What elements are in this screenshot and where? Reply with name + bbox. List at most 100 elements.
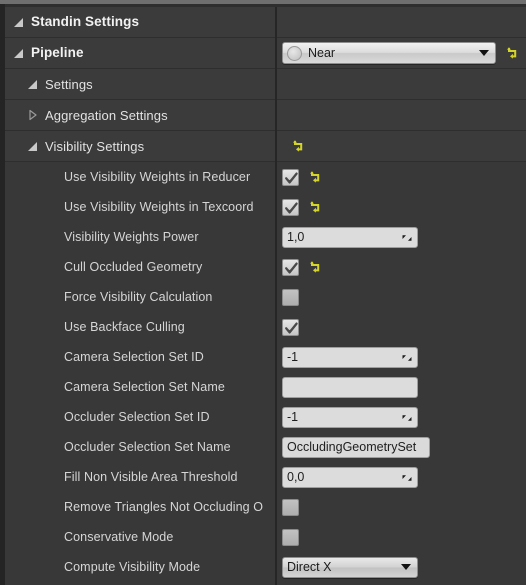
prop-use-visibility-weights-in-reducer: Use Visibility Weights in Reducer bbox=[5, 162, 526, 192]
prop-fill-non-visible-area-threshold: Fill Non Visible Area Threshold 0,0 bbox=[5, 462, 526, 492]
reset-arrow-icon[interactable] bbox=[308, 260, 322, 274]
checkbox-checked[interactable] bbox=[282, 198, 299, 216]
row-label: Use Backface Culling bbox=[64, 319, 185, 334]
checkbox-checked[interactable] bbox=[282, 168, 299, 186]
category-standin-settings[interactable]: Standin Settings bbox=[5, 7, 526, 38]
number-input-value: 0,0 bbox=[287, 470, 305, 484]
prop-compute-visibility-mode: Compute Visibility Mode Direct X bbox=[5, 552, 526, 582]
row-name-cell: Occluder Selection Set ID bbox=[5, 402, 275, 432]
prop-occluder-selection-set-name: Occluder Selection Set Name OccludingGeom… bbox=[5, 432, 526, 462]
drag-spinner-icon[interactable] bbox=[401, 411, 413, 423]
dropdown-select[interactable]: Near bbox=[282, 42, 496, 64]
row-label: Remove Triangles Not Occluding O bbox=[64, 499, 264, 514]
expander-expanded-icon[interactable] bbox=[13, 47, 25, 59]
prop-cull-occluded-geometry: Cull Occluded Geometry bbox=[5, 252, 526, 282]
row-value-cell bbox=[275, 131, 526, 161]
checkbox-unchecked[interactable] bbox=[282, 528, 299, 546]
row-value-cell: -1 bbox=[275, 402, 526, 432]
category-visibility-settings[interactable]: Visibility Settings bbox=[5, 131, 526, 162]
expander-collapsed-icon[interactable] bbox=[27, 109, 39, 121]
row-name-cell: Cull Occluded Geometry bbox=[5, 252, 275, 282]
category-pipeline[interactable]: Pipeline Near bbox=[5, 38, 526, 69]
row-value-cell bbox=[275, 312, 526, 342]
row-label: Fill Non Visible Area Threshold bbox=[64, 469, 238, 484]
row-name-cell: Fill Non Visible Area Threshold bbox=[5, 462, 275, 492]
row-value-cell: 0,0 bbox=[275, 462, 526, 492]
standin-settings-panel: Standin Settings Pipeline Near Settings Aggr… bbox=[0, 0, 526, 585]
prop-camera-selection-set-id: Camera Selection Set ID -1 bbox=[5, 342, 526, 372]
drag-spinner-icon[interactable] bbox=[401, 351, 413, 363]
column-splitter[interactable] bbox=[275, 7, 277, 585]
row-name-cell: Aggregation Settings bbox=[5, 100, 275, 130]
row-label: Force Visibility Calculation bbox=[64, 289, 213, 304]
category-aggregation-settings[interactable]: Aggregation Settings bbox=[5, 100, 526, 131]
row-label: Camera Selection Set Name bbox=[64, 379, 225, 394]
checkbox-unchecked[interactable] bbox=[282, 498, 299, 516]
number-input[interactable]: 0,0 bbox=[282, 466, 418, 488]
row-value-cell bbox=[275, 100, 526, 130]
prop-use-visibility-weights-in-texcoord: Use Visibility Weights in Texcoord bbox=[5, 192, 526, 222]
row-label: Aggregation Settings bbox=[45, 107, 168, 123]
row-value-cell bbox=[275, 7, 526, 37]
row-value-cell bbox=[275, 252, 526, 282]
row-label: Settings bbox=[45, 76, 93, 92]
checkbox-checked[interactable] bbox=[282, 258, 299, 276]
number-input[interactable]: -1 bbox=[282, 346, 418, 368]
drag-spinner-icon[interactable] bbox=[401, 471, 413, 483]
reset-arrow-icon[interactable] bbox=[291, 139, 305, 153]
row-name-cell: Visibility Settings bbox=[5, 131, 275, 161]
text-input-value: OccludingGeometrySet bbox=[287, 440, 417, 454]
row-name-cell: Use Visibility Weights in Reducer bbox=[5, 162, 275, 192]
drag-spinner-icon[interactable] bbox=[401, 231, 413, 243]
expander-expanded-icon[interactable] bbox=[27, 78, 39, 90]
prop-conservative-mode: Conservative Mode bbox=[5, 522, 526, 552]
prop-remove-triangles-not-occluding: Remove Triangles Not Occluding O bbox=[5, 492, 526, 522]
prop-force-visibility-calculation: Force Visibility Calculation bbox=[5, 282, 526, 312]
number-input[interactable]: 1,0 bbox=[282, 226, 418, 248]
row-name-cell: Camera Selection Set Name bbox=[5, 372, 275, 402]
number-input[interactable]: -1 bbox=[282, 406, 418, 428]
row-label: Conservative Mode bbox=[64, 529, 174, 544]
expander-expanded-icon[interactable] bbox=[27, 140, 39, 152]
checkbox-unchecked[interactable] bbox=[282, 288, 299, 306]
row-name-cell: Occluder Selection Set Name bbox=[5, 432, 275, 462]
row-name-cell: Compute Visibility Mode bbox=[5, 552, 275, 582]
reset-arrow-icon[interactable] bbox=[505, 46, 519, 60]
row-value-cell bbox=[275, 372, 526, 402]
row-name-cell: Conservative Mode bbox=[5, 522, 275, 552]
row-name-cell: Visibility Weights Power bbox=[5, 222, 275, 252]
prop-camera-selection-set-name: Camera Selection Set Name bbox=[5, 372, 526, 402]
row-label: Compute Visibility Mode bbox=[64, 559, 201, 574]
chevron-down-icon[interactable] bbox=[401, 564, 411, 570]
chevron-down-icon[interactable] bbox=[479, 50, 489, 56]
row-label: Visibility Settings bbox=[45, 138, 145, 154]
expander-expanded-icon[interactable] bbox=[13, 16, 25, 28]
reset-arrow-icon[interactable] bbox=[308, 200, 322, 214]
row-value-cell: -1 bbox=[275, 342, 526, 372]
row-value-cell bbox=[275, 522, 526, 552]
row-label: Standin Settings bbox=[31, 14, 140, 30]
row-value-cell: 1,0 bbox=[275, 222, 526, 252]
row-value-cell bbox=[275, 162, 526, 192]
category-settings[interactable]: Settings bbox=[5, 69, 526, 100]
row-label: Cull Occluded Geometry bbox=[64, 259, 203, 274]
dropdown-selected-value: Near bbox=[308, 46, 336, 60]
row-label: Use Visibility Weights in Texcoord bbox=[64, 199, 254, 214]
row-value-cell bbox=[275, 69, 526, 99]
row-name-cell: Remove Triangles Not Occluding O bbox=[5, 492, 275, 522]
text-input[interactable]: OccludingGeometrySet bbox=[282, 436, 430, 458]
row-name-cell: Force Visibility Calculation bbox=[5, 282, 275, 312]
row-name-cell: Standin Settings bbox=[5, 7, 275, 37]
number-input-value: 1,0 bbox=[287, 230, 305, 244]
row-value-cell bbox=[275, 192, 526, 222]
row-name-cell: Settings bbox=[5, 69, 275, 99]
property-row-list: Standin Settings Pipeline Near Settings Aggr… bbox=[5, 7, 526, 582]
number-input-value: -1 bbox=[287, 410, 299, 424]
row-label: Use Visibility Weights in Reducer bbox=[64, 169, 251, 184]
reset-arrow-icon[interactable] bbox=[308, 170, 322, 184]
row-label: Pipeline bbox=[31, 45, 84, 61]
dropdown-select[interactable]: Direct X bbox=[282, 556, 418, 578]
text-input[interactable] bbox=[282, 376, 418, 398]
checkbox-checked[interactable] bbox=[282, 318, 299, 336]
row-value-cell: OccludingGeometrySet bbox=[275, 432, 526, 462]
